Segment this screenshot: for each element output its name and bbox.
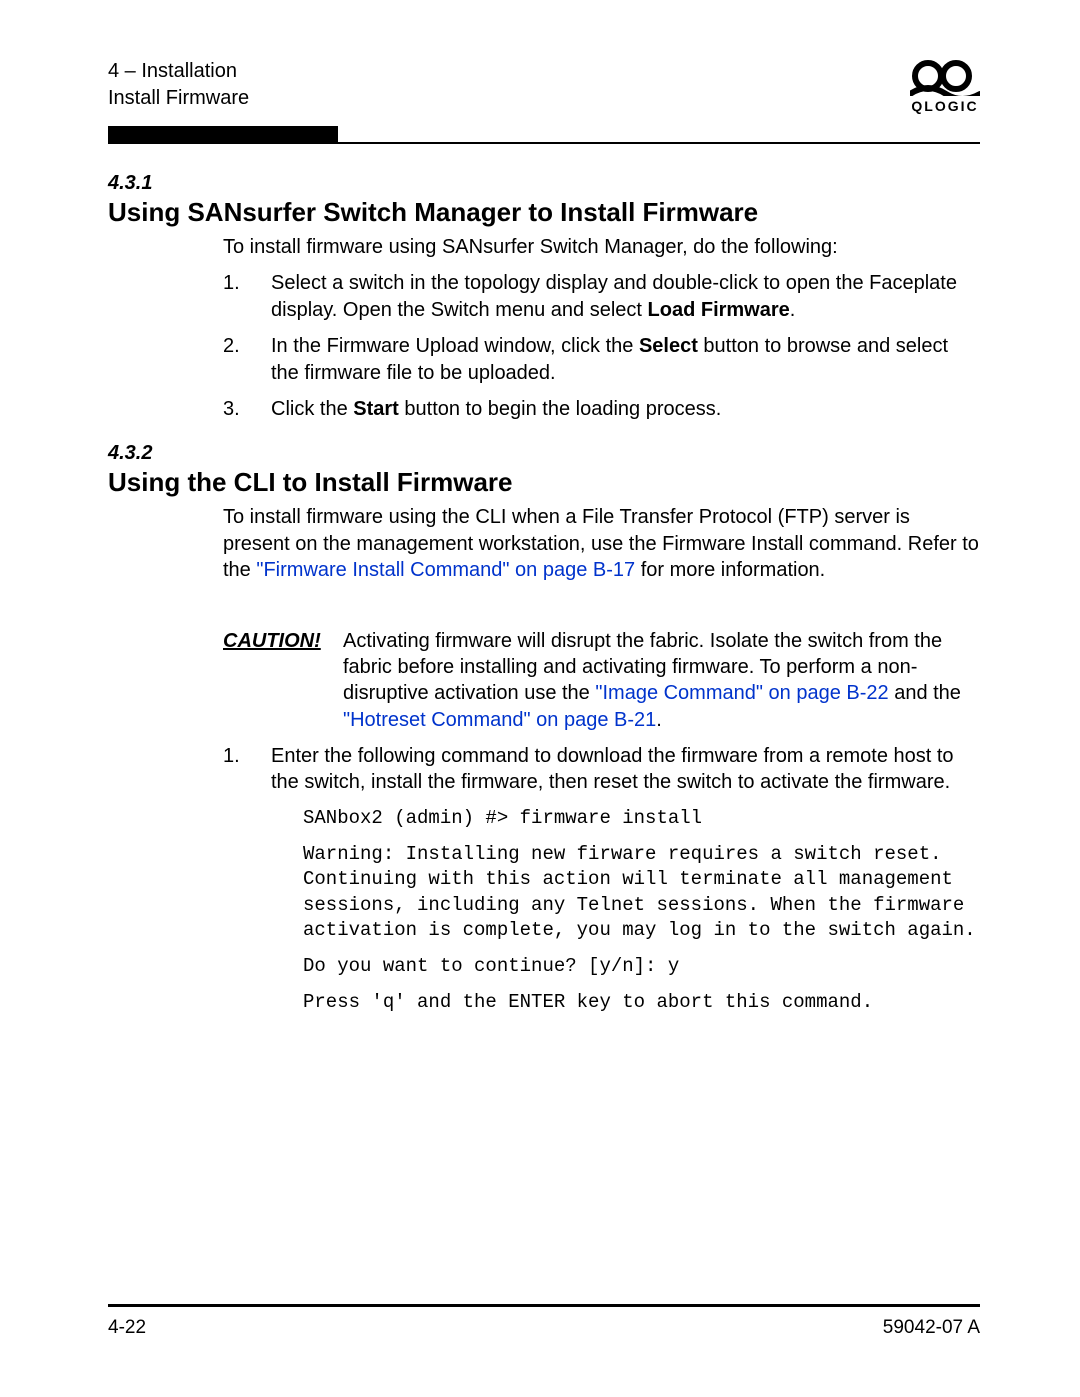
section-line: Install Firmware	[108, 85, 249, 112]
caution-block: CAUTION! Activating firmware will disrup…	[223, 628, 980, 734]
page-footer: 4-22 59042-07 A	[108, 1317, 980, 1339]
section-title-431: Using SANsurfer Switch Manager to Instal…	[108, 197, 980, 228]
page-header: 4 – Installation Install Firmware QLOGIC	[108, 58, 980, 114]
document-id: 59042-07 A	[883, 1317, 980, 1339]
step-431-2: 2. In the Firmware Upload window, click …	[223, 333, 980, 386]
qlogic-logo: QLOGIC	[910, 58, 980, 114]
step-432-1: 1. Enter the following command to downlo…	[223, 743, 980, 796]
link-firmware-install-command[interactable]: "Firmware Install Command" on page B-17	[256, 559, 635, 581]
code-line-4: Press 'q' and the ENTER key to abort thi…	[303, 990, 980, 1016]
step-431-1: 1. Select a switch in the topology displ…	[223, 270, 980, 323]
footer-rule	[108, 1304, 980, 1307]
step-text: Enter the following command to download …	[271, 743, 980, 796]
step-431-3: 3. Click the Start button to begin the l…	[223, 396, 980, 422]
step-number: 3.	[223, 396, 271, 422]
section-number-432: 4.3.2	[108, 442, 980, 465]
page-number: 4-22	[108, 1317, 146, 1339]
step-number: 1.	[223, 743, 271, 796]
code-line-3: Do you want to continue? [y/n]: y	[303, 954, 980, 980]
qlogic-logo-icon	[910, 58, 980, 96]
qlogic-logo-text: QLOGIC	[910, 98, 980, 114]
step-number: 1.	[223, 270, 271, 323]
code-line-2: Warning: Installing new firware requires…	[303, 842, 980, 945]
link-image-command[interactable]: "Image Command" on page B-22	[595, 682, 888, 704]
header-left: 4 – Installation Install Firmware	[108, 58, 249, 112]
chapter-line: 4 – Installation	[108, 58, 249, 85]
caution-label: CAUTION!	[223, 628, 343, 734]
section-number-431: 4.3.1	[108, 172, 980, 195]
steps-432: 1. Enter the following command to downlo…	[223, 743, 980, 796]
step-text: Click the Start button to begin the load…	[271, 396, 721, 422]
step-number: 2.	[223, 333, 271, 386]
caution-text: Activating firmware will disrupt the fab…	[343, 628, 980, 734]
code-line-1: SANbox2 (admin) #> firmware install	[303, 806, 980, 832]
link-hotreset-command[interactable]: "Hotreset Command" on page B-21	[343, 709, 656, 731]
intro-432: To install firmware using the CLI when a…	[223, 504, 980, 583]
intro-431: To install firmware using SANsurfer Swit…	[223, 234, 980, 260]
step-text: In the Firmware Upload window, click the…	[271, 333, 980, 386]
step-text: Select a switch in the topology display …	[271, 270, 980, 323]
header-rule	[108, 126, 980, 144]
steps-431: 1. Select a switch in the topology displ…	[223, 270, 980, 422]
section-title-432: Using the CLI to Install Firmware	[108, 467, 980, 498]
